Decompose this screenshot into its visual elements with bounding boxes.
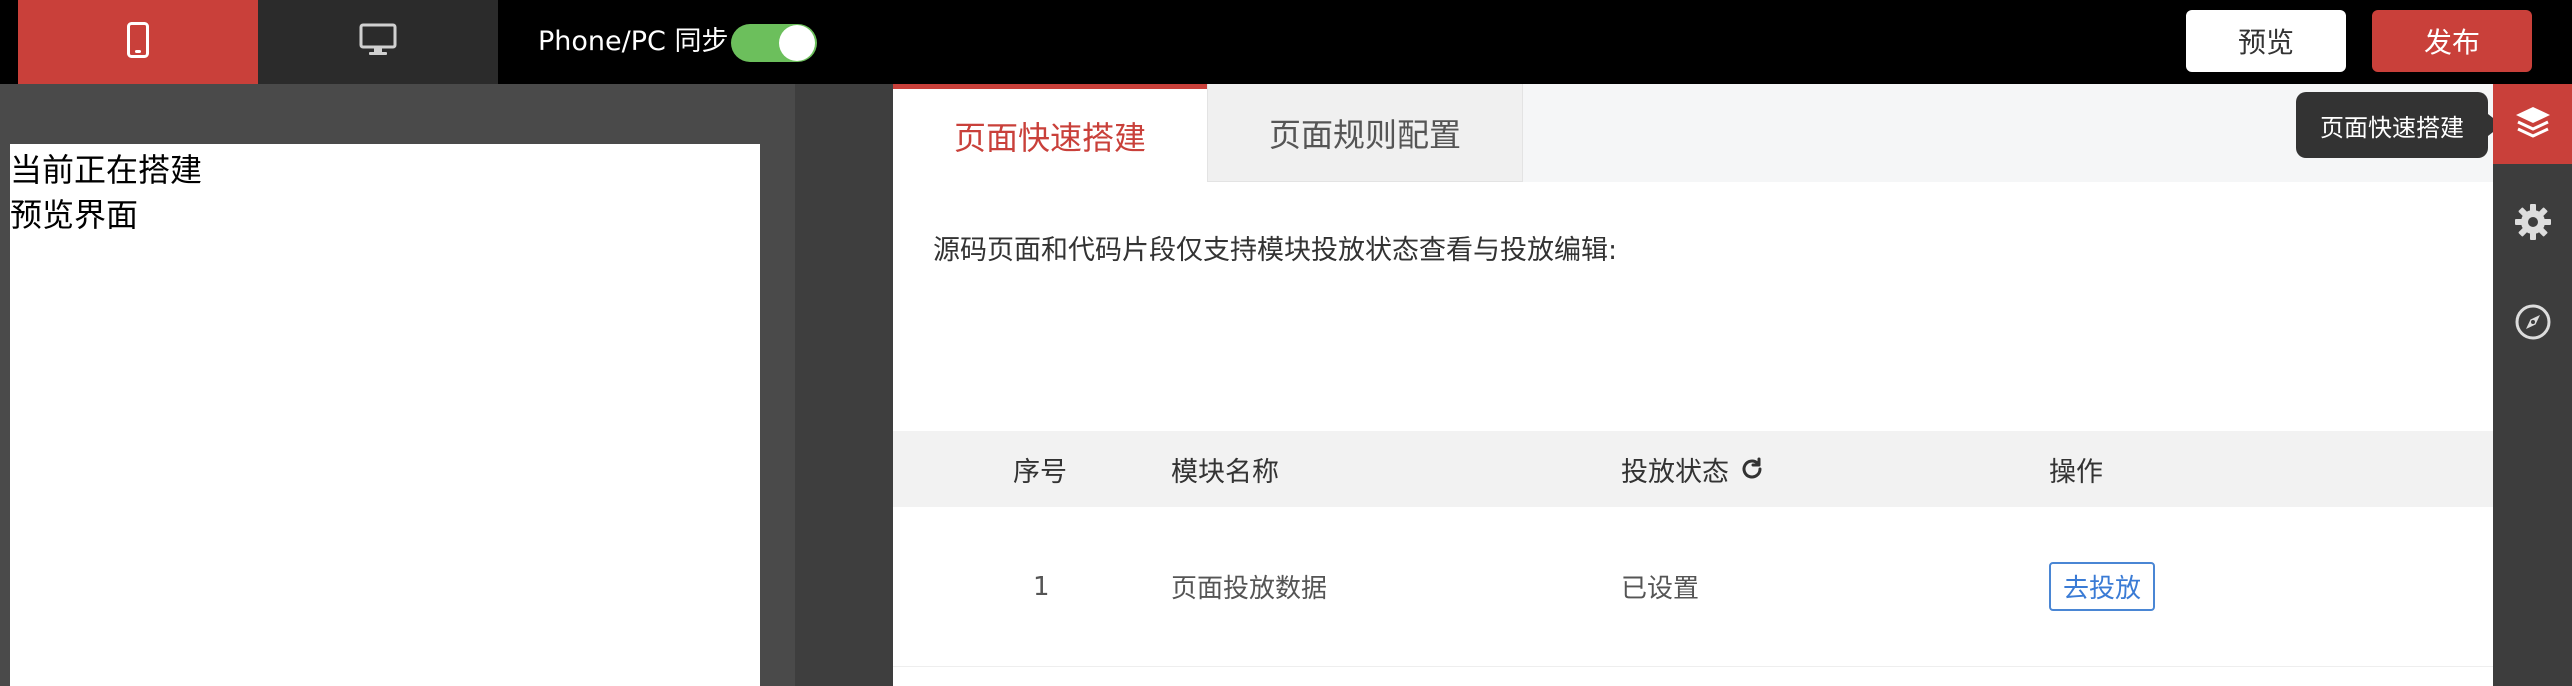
preview-pane: 当前正在搭建 预览界面 bbox=[0, 84, 795, 686]
phone-screen: 当前正在搭建 预览界面 bbox=[10, 144, 760, 686]
pc-view-button[interactable] bbox=[258, 0, 498, 84]
toggle-knob bbox=[779, 25, 815, 61]
row-module-name: 页面投放数据 bbox=[1171, 574, 1328, 604]
deploy-button[interactable]: 去投放 bbox=[2049, 562, 2156, 611]
header-index: 序号 bbox=[1013, 456, 1067, 488]
sync-toggle[interactable] bbox=[731, 24, 817, 62]
preview-button[interactable]: 预览 bbox=[2186, 10, 2346, 72]
layers-icon bbox=[2513, 104, 2553, 144]
top-toolbar: Phone/PC 同步 预览 发布 bbox=[0, 0, 2572, 84]
tab-quick-build[interactable]: 页面快速搭建 bbox=[893, 84, 1207, 182]
tab-bar: 页面快速搭建 页面规则配置 bbox=[893, 84, 2493, 182]
preview-text-line1: 当前正在搭建 bbox=[10, 151, 203, 189]
row-index: 1 bbox=[1033, 571, 1050, 602]
phone-frame: 当前正在搭建 预览界面 bbox=[0, 144, 760, 686]
desktop-monitor-icon bbox=[359, 23, 397, 61]
sidebar-tooltip: 页面快速搭建 bbox=[2296, 92, 2502, 158]
header-status: 投放状态 bbox=[1621, 431, 1765, 507]
row-status: 已设置 bbox=[1621, 574, 1700, 604]
mobile-phone-icon bbox=[127, 22, 149, 62]
compass-icon bbox=[2514, 303, 2552, 345]
table-header: 序号 模块名称 投放状态 操作 bbox=[893, 431, 2493, 507]
tab-rule-config[interactable]: 页面规则配置 bbox=[1207, 84, 1523, 182]
pane-divider bbox=[795, 84, 893, 686]
header-status-label: 投放状态 bbox=[1621, 456, 1729, 488]
table-row: 1 页面投放数据 已设置 去投放 bbox=[893, 507, 2493, 667]
preview-text-line2: 预览界面 bbox=[10, 196, 139, 234]
phone-view-button[interactable] bbox=[18, 0, 258, 84]
sidebar-item-layers[interactable] bbox=[2493, 84, 2572, 164]
sidebar-item-settings[interactable] bbox=[2493, 184, 2572, 264]
sync-label: Phone/PC 同步 bbox=[538, 26, 729, 57]
header-module-name: 模块名称 bbox=[1171, 456, 1279, 488]
gear-icon bbox=[2513, 202, 2553, 246]
config-pane: 页面快速搭建 页面规则配置 源码页面和代码片段仅支持模块投放状态查看与投放编辑:… bbox=[893, 84, 2493, 686]
publish-button[interactable]: 发布 bbox=[2372, 10, 2532, 72]
description-text: 源码页面和代码片段仅支持模块投放状态查看与投放编辑: bbox=[933, 235, 1618, 266]
header-action: 操作 bbox=[2049, 456, 2103, 488]
right-sidebar bbox=[2493, 84, 2572, 686]
sidebar-item-navigation[interactable] bbox=[2493, 284, 2572, 364]
refresh-icon[interactable] bbox=[1739, 456, 1765, 482]
row-action: 去投放 bbox=[2049, 507, 2156, 666]
